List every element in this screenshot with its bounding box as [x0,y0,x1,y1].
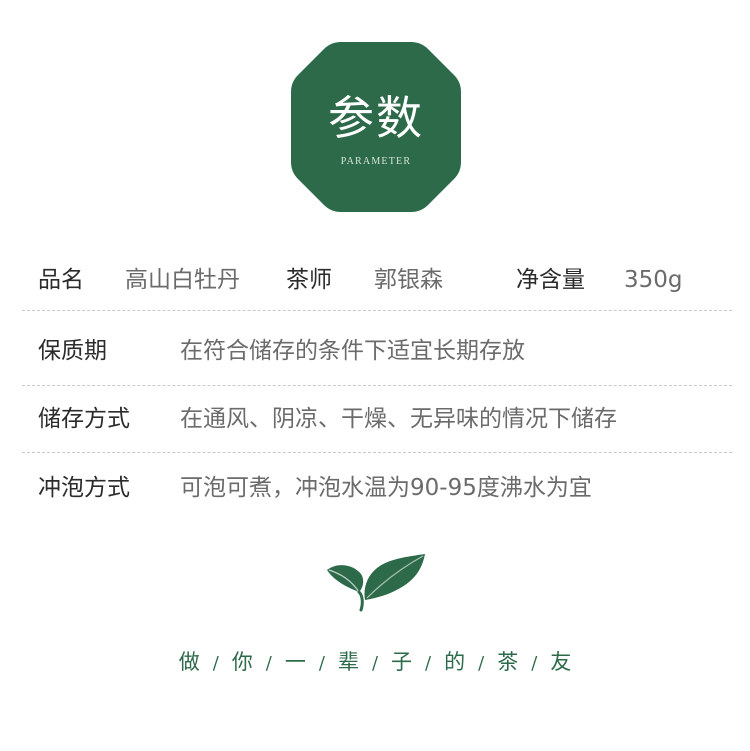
tea-master-value: 郭银森 [374,267,443,293]
brewing-value: 可泡可煮，冲泡水温为90-95度沸水为宜 [180,475,592,501]
brewing-label: 冲泡方式 [38,475,130,501]
storage-label: 储存方式 [38,406,130,432]
slogan-separator: / [371,653,379,674]
slogan-char: 一 [284,650,306,674]
param-row-name: 品名 高山白牡丹 茶师 郭银森 净含量 350g [22,246,732,311]
slogan-char: 辈 [337,650,359,674]
shelf-life-label: 保质期 [38,338,107,364]
slogan-separator: / [478,653,485,674]
tea-leaf-icon [323,550,429,612]
shelf-life-value: 在符合储存的条件下适宜长期存放 [180,338,525,364]
slogan-separator: / [212,653,219,674]
param-row-storage: 储存方式 在通风、阴凉、干燥、无异味的情况下储存 [22,386,732,453]
badge-title: 参数 [328,91,424,145]
storage-value: 在通风、阴凉、干燥、无异味的情况下储存 [180,406,617,432]
slogan-separator: / [425,653,432,674]
slogan-char: 子 [391,650,413,674]
param-row-brewing: 冲泡方式 可泡可煮，冲泡水温为90-95度沸水为宜 [22,453,732,523]
badge-subtitle: PARAMETER [340,156,412,167]
name-value: 高山白牡丹 [125,267,240,293]
name-label: 品名 [38,267,84,293]
slogan-separator: / [531,653,538,674]
slogan-char: 友 [550,650,572,674]
slogan: 做 / 你 / 一 / 辈 / 子 / 的 / 茶 / 友 [0,646,750,676]
parameter-badge: 参数 PARAMETER [291,42,461,212]
net-weight-label: 净含量 [516,267,585,293]
tea-master-label: 茶师 [286,267,332,293]
net-weight-value: 350g [624,267,683,293]
slogan-separator: / [318,653,325,674]
param-row-shelf-life: 保质期 在符合储存的条件下适宜长期存放 [22,311,732,386]
slogan-char: 的 [444,650,466,674]
slogan-separator: / [265,653,272,674]
slogan-char: 你 [231,650,253,674]
parameter-table: 品名 高山白牡丹 茶师 郭银森 净含量 350g 保质期 在符合储存的条件下适宜… [22,246,732,523]
slogan-char: 做 [178,650,200,674]
slogan-char: 茶 [497,650,519,674]
